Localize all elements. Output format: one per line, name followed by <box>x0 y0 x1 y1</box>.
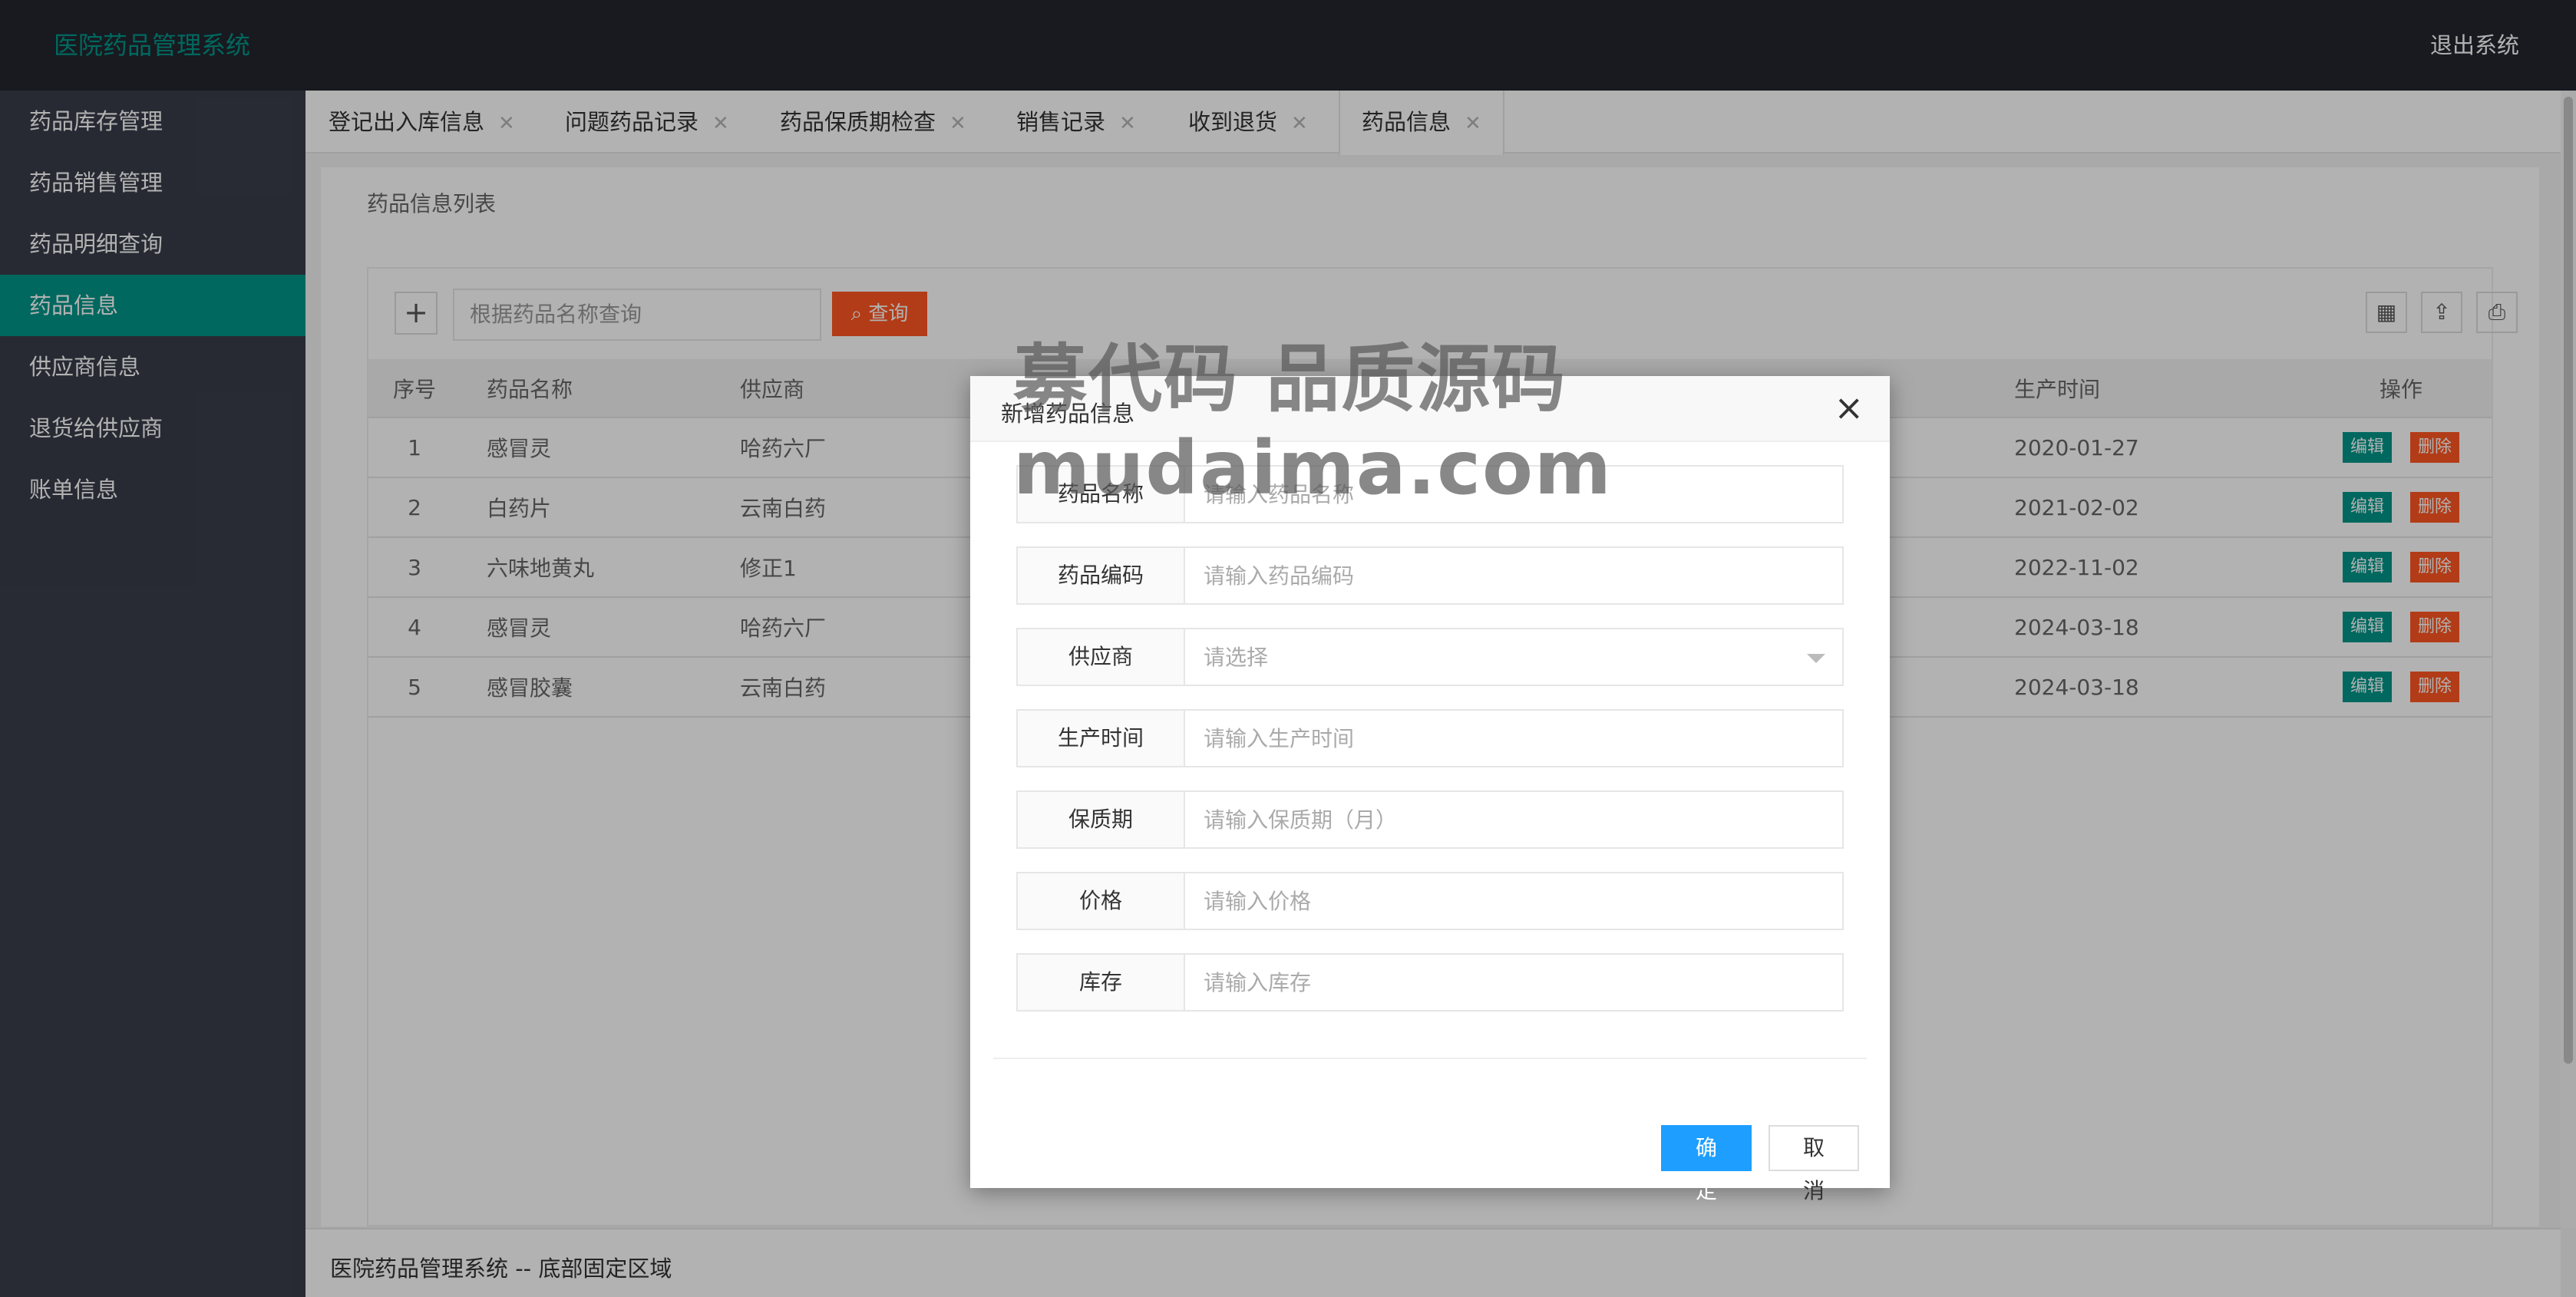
stock-input[interactable] <box>1185 955 1842 1010</box>
field-label: 生产时间 <box>1018 711 1185 766</box>
watermark-line: 募代码 品质源码 <box>1013 336 1567 422</box>
watermark-line: mudaima.com <box>1013 425 1613 511</box>
drug-code-input[interactable] <box>1185 548 1842 603</box>
price-input[interactable] <box>1185 873 1842 929</box>
field-drug-code: 药品编码 <box>1016 546 1844 605</box>
field-price: 价格 <box>1016 872 1844 930</box>
field-production-date: 生产时间 <box>1016 709 1844 767</box>
field-stock: 库存 <box>1016 953 1844 1012</box>
field-label: 库存 <box>1018 955 1185 1010</box>
field-label: 价格 <box>1018 873 1185 929</box>
chevron-down-icon[interactable] <box>1807 654 1825 663</box>
close-icon[interactable]: × <box>1834 387 1864 428</box>
shelf-life-input[interactable] <box>1185 792 1842 847</box>
field-label: 药品编码 <box>1018 548 1185 603</box>
watermark: 募代码 品质源码 mudaima.com <box>1013 335 1613 513</box>
field-supplier: 供应商 <box>1016 628 1844 686</box>
dialog-divider <box>993 1058 1867 1059</box>
field-label: 保质期 <box>1018 792 1185 847</box>
confirm-button[interactable]: 确定 <box>1661 1125 1752 1203</box>
field-shelf-life: 保质期 <box>1016 790 1844 849</box>
supplier-select[interactable] <box>1185 629 1842 685</box>
production-date-input[interactable] <box>1185 711 1842 766</box>
field-label: 供应商 <box>1018 629 1185 685</box>
cancel-button[interactable]: 取消 <box>1769 1125 1859 1203</box>
